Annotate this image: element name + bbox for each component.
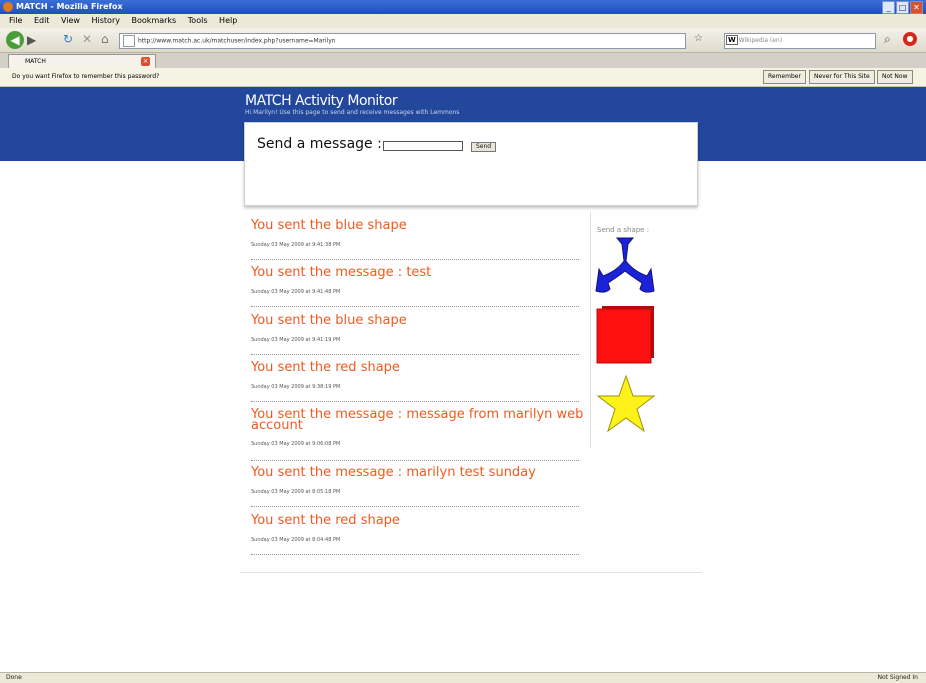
close-window-button[interactable]: ✕ <box>910 1 923 14</box>
navigation-toolbar: ◀ ▶ ↻ ✕ ⌂ http://www.match.ac.uk/matchus… <box>0 28 926 53</box>
feed-item-text: You sent the message : test <box>251 265 432 280</box>
tab-match[interactable]: MATCH × <box>8 54 156 68</box>
wikipedia-icon[interactable]: W <box>726 35 738 45</box>
site-title: MATCH Activity Monitor <box>245 93 398 109</box>
password-message: Do you want Firefox to remember this pas… <box>12 73 160 80</box>
menu-file[interactable]: File <box>9 16 22 25</box>
reload-icon[interactable]: ↻ <box>63 32 73 46</box>
feed-item-text: You sent the red shape <box>251 513 400 528</box>
stop-icon[interactable]: ✕ <box>82 32 92 46</box>
feed-item-time: Sunday 03 May 2009 at 9:41:38 PM <box>251 242 341 248</box>
status-text: Done <box>6 674 22 681</box>
send-shape-label: Send a shape : <box>597 226 650 234</box>
feed-item-text: You sent the message : message from mari… <box>251 407 584 433</box>
menu-help[interactable]: Help <box>219 16 237 25</box>
sign-in-status: Not Signed In <box>877 674 919 681</box>
red-shape-button[interactable] <box>596 306 656 366</box>
status-bar: Done Not Signed In <box>0 672 926 683</box>
feed-item-time: Sunday 03 May 2009 at 9:41:48 PM <box>251 289 341 295</box>
send-message-label: Send a message : <box>257 136 382 152</box>
yellow-shape-button[interactable] <box>596 374 658 436</box>
feed-separator <box>251 306 579 307</box>
feed-separator <box>251 354 579 355</box>
feed-item-time: Sunday 03 May 2009 at 8:05:18 PM <box>251 489 341 495</box>
sidebar-divider <box>590 212 591 448</box>
feed-item-time: Sunday 03 May 2009 at 9:38:19 PM <box>251 384 341 390</box>
feed-separator <box>251 554 579 555</box>
feed-item-text: You sent the blue shape <box>251 218 407 233</box>
feed-item-time: Sunday 03 May 2009 at 9:06:08 PM <box>251 441 341 447</box>
page-favicon-icon <box>123 35 135 47</box>
menu-tools[interactable]: Tools <box>188 16 208 25</box>
tab-label: MATCH <box>25 58 46 65</box>
search-go-icon[interactable]: ⌕ <box>884 32 891 47</box>
url-bar[interactable]: http://www.match.ac.uk/matchuser/index.p… <box>119 33 686 49</box>
feed-separator <box>251 259 579 260</box>
window-title: MATCH - Mozilla Firefox <box>16 2 123 11</box>
addon-stop-icon[interactable]: ● <box>903 32 917 46</box>
menu-bar: File Edit View History Bookmarks Tools H… <box>0 14 926 28</box>
search-placeholder: Wikipedia (en) <box>738 37 783 44</box>
site-subtitle: Hi Marilyn! Use this page to send and re… <box>245 109 460 116</box>
feed-separator <box>251 506 579 507</box>
menu-bookmarks[interactable]: Bookmarks <box>132 16 177 25</box>
feed-separator <box>251 460 579 461</box>
password-notification-bar: Do you want Firefox to remember this pas… <box>0 68 926 87</box>
window-title-bar: MATCH - Mozilla Firefox _ □ ✕ <box>0 0 926 14</box>
message-panel <box>244 122 698 206</box>
page-footer-line <box>240 572 702 573</box>
home-icon[interactable]: ⌂ <box>101 32 109 46</box>
forward-button[interactable]: ▶ <box>27 33 36 47</box>
tab-bar: MATCH × <box>0 53 926 68</box>
not-now-button[interactable]: Not Now <box>877 70 913 84</box>
feed-item-time: Sunday 03 May 2009 at 9:41:19 PM <box>251 337 341 343</box>
window-controls: _ □ ✕ <box>881 1 923 14</box>
remember-button[interactable]: Remember <box>763 70 806 84</box>
maximize-button[interactable]: □ <box>896 1 909 14</box>
back-button[interactable]: ◀ <box>6 31 24 49</box>
menu-history[interactable]: History <box>92 16 120 25</box>
search-input[interactable]: W Wikipedia (en) <box>724 33 876 49</box>
url-text: http://www.match.ac.uk/matchuser/index.p… <box>138 37 336 45</box>
firefox-icon <box>3 2 13 12</box>
close-tab-icon[interactable]: × <box>141 57 150 66</box>
never-for-site-button[interactable]: Never for This Site <box>809 70 875 84</box>
feed-item-text: You sent the message : marilyn test sund… <box>251 465 536 480</box>
menu-view[interactable]: View <box>61 16 80 25</box>
feed-item-text: You sent the blue shape <box>251 313 407 328</box>
menu-edit[interactable]: Edit <box>34 16 50 25</box>
feed-item-time: Sunday 03 May 2009 at 8:04:48 PM <box>251 537 341 543</box>
send-button[interactable]: Send <box>471 142 496 152</box>
blue-shape-button[interactable] <box>595 236 655 298</box>
minimize-button[interactable]: _ <box>882 1 895 14</box>
message-input[interactable] <box>383 141 463 151</box>
bookmark-star-icon[interactable]: ☆ <box>694 33 703 44</box>
feed-separator <box>251 401 579 402</box>
feed-item-text: You sent the red shape <box>251 360 400 375</box>
